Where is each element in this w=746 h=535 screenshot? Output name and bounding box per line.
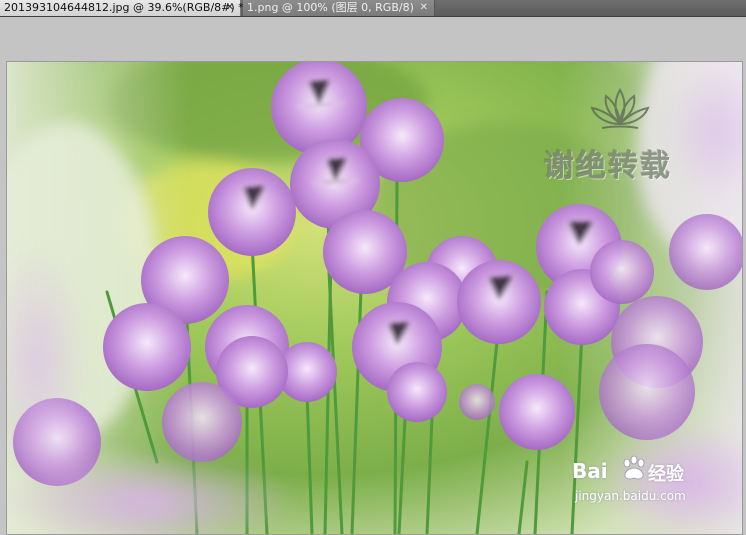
tab-label: 1.png @ 100% (图层 0, RGB/8)	[247, 1, 414, 14]
lotus-icon	[590, 88, 650, 129]
close-icon[interactable]: ✕	[226, 0, 234, 15]
tab-document-png[interactable]: 1.png @ 100% (图层 0, RGB/8) ✕	[243, 0, 435, 16]
workspace[interactable]: 谢绝转载 Bai 经验 jingyan.baidu.com	[0, 17, 746, 535]
tab-document-jpg[interactable]: 20139310464481​2.jpg @ 39.6%(RGB/8#) * ✕	[0, 0, 244, 16]
image-canvas[interactable]: 谢绝转载 Bai 经验 jingyan.baidu.com	[6, 61, 743, 535]
watermark-text: 谢绝转载	[544, 149, 672, 184]
document-tab-bar: 20139310464481​2.jpg @ 39.6%(RGB/8#) * ✕…	[0, 0, 746, 17]
baidu-url: jingyan.baidu.com	[575, 489, 686, 503]
paw-icon	[623, 455, 645, 480]
close-icon[interactable]: ✕	[420, 0, 428, 15]
baidu-logo-text: Bai	[572, 459, 608, 483]
baidu-logo-suffix: 经验	[648, 464, 684, 485]
tab-label: 20139310464481​2.jpg @ 39.6%(RGB/8#) *	[4, 1, 244, 14]
